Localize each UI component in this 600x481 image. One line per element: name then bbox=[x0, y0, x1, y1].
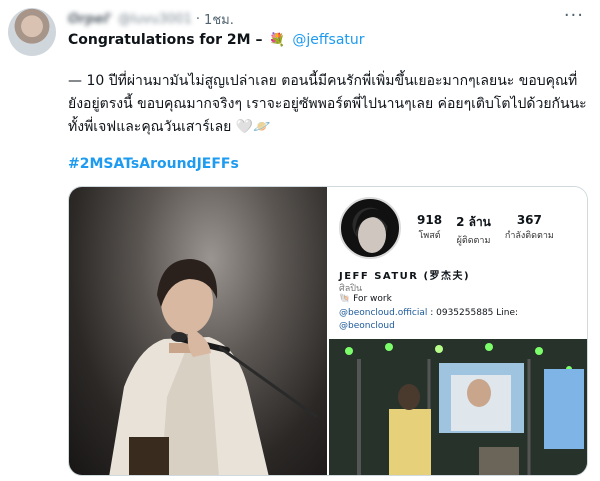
tweet-timestamp[interactable]: 1ชม. bbox=[204, 9, 234, 30]
separator-dot: · bbox=[195, 11, 201, 27]
author-display-name[interactable]: Orpel' bbox=[68, 12, 112, 27]
stat-label: ผู้ติดตาม bbox=[456, 236, 491, 246]
stat-number: 367 bbox=[516, 213, 542, 227]
profile-face bbox=[355, 209, 391, 253]
stat-label: โพสต์ bbox=[418, 231, 441, 241]
profile-picture bbox=[339, 197, 401, 259]
stat-posts: 918 โพสต์ bbox=[417, 213, 442, 247]
instagram-profile-screenshot[interactable]: 918 โพสต์ 2 ล้าน ผู้ติดตาม 367 กำลังติดต… bbox=[329, 187, 587, 337]
stat-label: กำลังติดตาม bbox=[504, 231, 554, 241]
stat-followers: 2 ล้าน ผู้ติดตาม bbox=[456, 213, 491, 247]
profile-name: JEFF SATUR (罗杰夫) bbox=[339, 271, 471, 282]
concert-scene bbox=[329, 339, 587, 475]
headline-text: Congratulations for 2M – bbox=[68, 32, 263, 48]
media-grid: 918 โพสต์ 2 ล้าน ผู้ติดตาม 367 กำลังติดต… bbox=[68, 186, 588, 476]
singer-silhouette bbox=[109, 259, 318, 475]
profile-work-line: 🐚 For work bbox=[339, 294, 392, 304]
stat-following: 367 กำลังติดตาม bbox=[505, 213, 554, 247]
shell-icon: 🐚 bbox=[339, 294, 351, 304]
concert-stage-photo[interactable] bbox=[329, 337, 587, 475]
work-text: For work bbox=[353, 294, 392, 304]
contact-handle-official: @beoncloud.official bbox=[339, 308, 428, 318]
author-handle[interactable]: @luvu3001 bbox=[118, 12, 192, 27]
hashtag-link[interactable]: #2MSATsAroundJEFFs bbox=[68, 156, 239, 172]
tweet-headline: Congratulations for 2M – 💐 @jeffsatur bbox=[68, 32, 365, 48]
more-options-icon[interactable]: ··· bbox=[564, 6, 584, 26]
contact-handle-line: @beoncloud bbox=[339, 321, 395, 331]
tweet-body-text: — 10 ปีที่ผ่านมามันไม่สูญเปล่าเลย ตอนนี้… bbox=[68, 73, 587, 135]
stat-number: 918 bbox=[417, 213, 443, 227]
author-avatar[interactable] bbox=[8, 8, 56, 56]
tweet-header: Orpel' @luvu3001 · 1ชม. bbox=[68, 10, 234, 28]
singer-photo[interactable] bbox=[69, 187, 328, 475]
profile-stats: 918 โพสต์ 2 ล้าน ผู้ติดตาม 367 กำลังติดต… bbox=[417, 213, 554, 247]
mention-link[interactable]: @jeffsatur bbox=[292, 32, 364, 48]
profile-category: ศิลปิน bbox=[339, 284, 363, 294]
stat-number: 2 ล้าน bbox=[456, 215, 491, 229]
profile-contact: @beoncloud.official : 0935255885 Line: @… bbox=[339, 307, 518, 333]
bouquet-icon: 💐 bbox=[269, 33, 286, 48]
contact-phone-line: : 0935255885 Line: bbox=[427, 308, 519, 318]
